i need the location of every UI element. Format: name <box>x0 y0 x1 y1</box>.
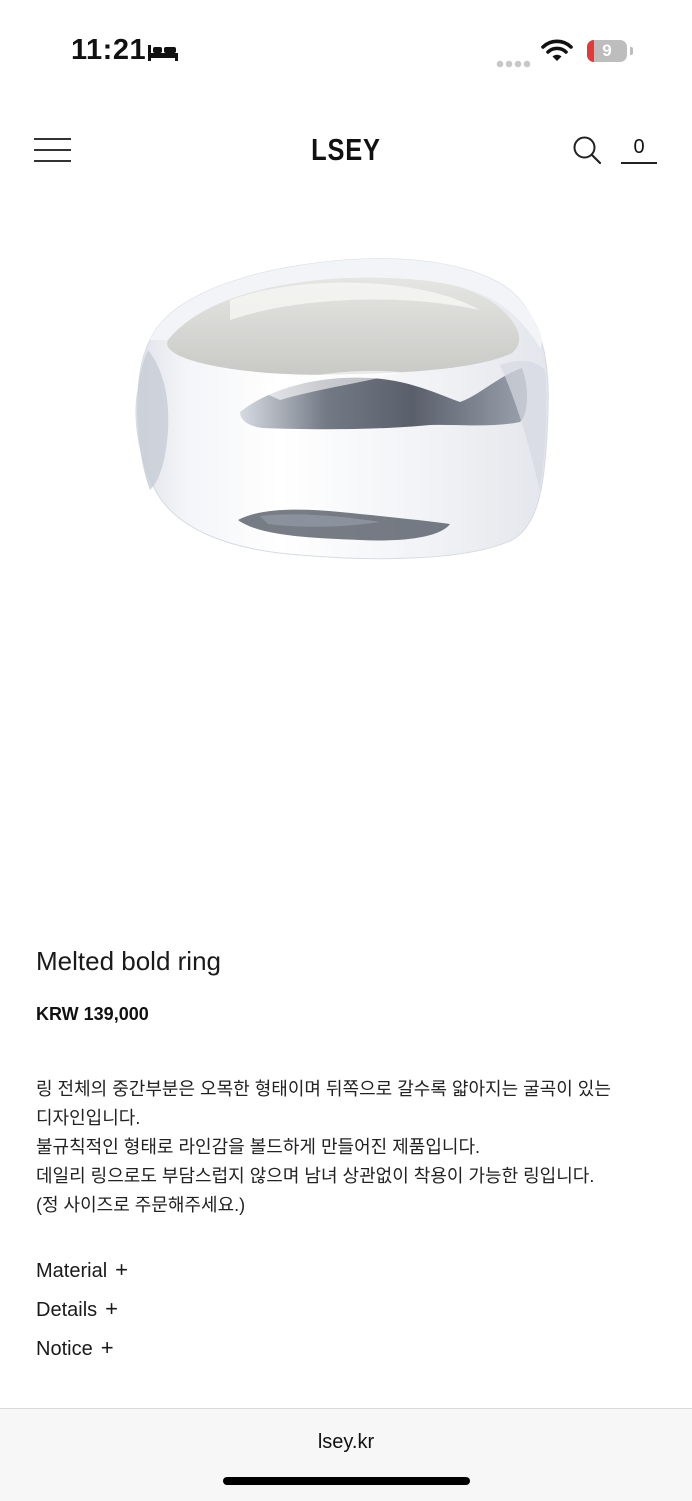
status-time: 11:21 <box>71 34 147 66</box>
accordion-details[interactable]: Details + <box>36 1296 118 1322</box>
status-bar: 11:21 9 <box>0 0 692 100</box>
plus-icon: + <box>115 1257 128 1282</box>
product-description: 링 전체의 중간부분은 오목한 형태이며 뒤쪽으로 갈수록 얇아지는 굴곡이 있… <box>36 1075 666 1220</box>
cart-underline <box>621 162 657 164</box>
description-line: 데일리 링으로도 부담스럽지 않으며 남녀 상관없이 착용이 가능한 링입니다. <box>36 1166 595 1186</box>
product-price: KRW 139,000 <box>36 1004 149 1024</box>
accordion-material[interactable]: Material + <box>36 1257 128 1283</box>
bed-icon <box>147 42 179 67</box>
battery-nub <box>630 47 633 55</box>
cart-count-button[interactable]: 0 <box>621 136 657 159</box>
description-line: 링 전체의 중간부분은 오목한 형태이며 뒤쪽으로 갈수록 얇아지는 굴곡이 있… <box>36 1079 611 1099</box>
browser-url[interactable]: lsey.kr <box>0 1431 692 1454</box>
wifi-icon <box>541 38 573 67</box>
description-line: (정 사이즈로 주문해주세요.) <box>36 1195 246 1215</box>
battery-level-text: 9 <box>602 41 612 60</box>
search-icon[interactable] <box>572 135 602 170</box>
product-title: Melted bold ring <box>36 946 221 976</box>
plus-icon: + <box>105 1296 118 1321</box>
plus-icon: + <box>100 1335 114 1360</box>
accordion-notice[interactable]: Notice + <box>36 1335 114 1361</box>
product-image <box>0 190 692 930</box>
accordion-label: Material <box>36 1260 108 1282</box>
home-indicator[interactable] <box>223 1477 470 1485</box>
site-header: LSEY 0 <box>0 110 692 190</box>
browser-bottom-bar: lsey.kr <box>0 1408 692 1501</box>
accordion-label: Details <box>36 1299 98 1321</box>
accordion-label: Notice <box>36 1338 93 1360</box>
cellular-signal-icon <box>496 55 532 73</box>
site-logo[interactable]: LSEY <box>62 132 629 168</box>
battery-icon: 9 <box>587 40 627 62</box>
description-line: 디자인입니다. <box>36 1108 141 1128</box>
description-line: 불규칙적인 형태로 라인감을 볼드하게 만들어진 제품입니다. <box>36 1137 481 1157</box>
